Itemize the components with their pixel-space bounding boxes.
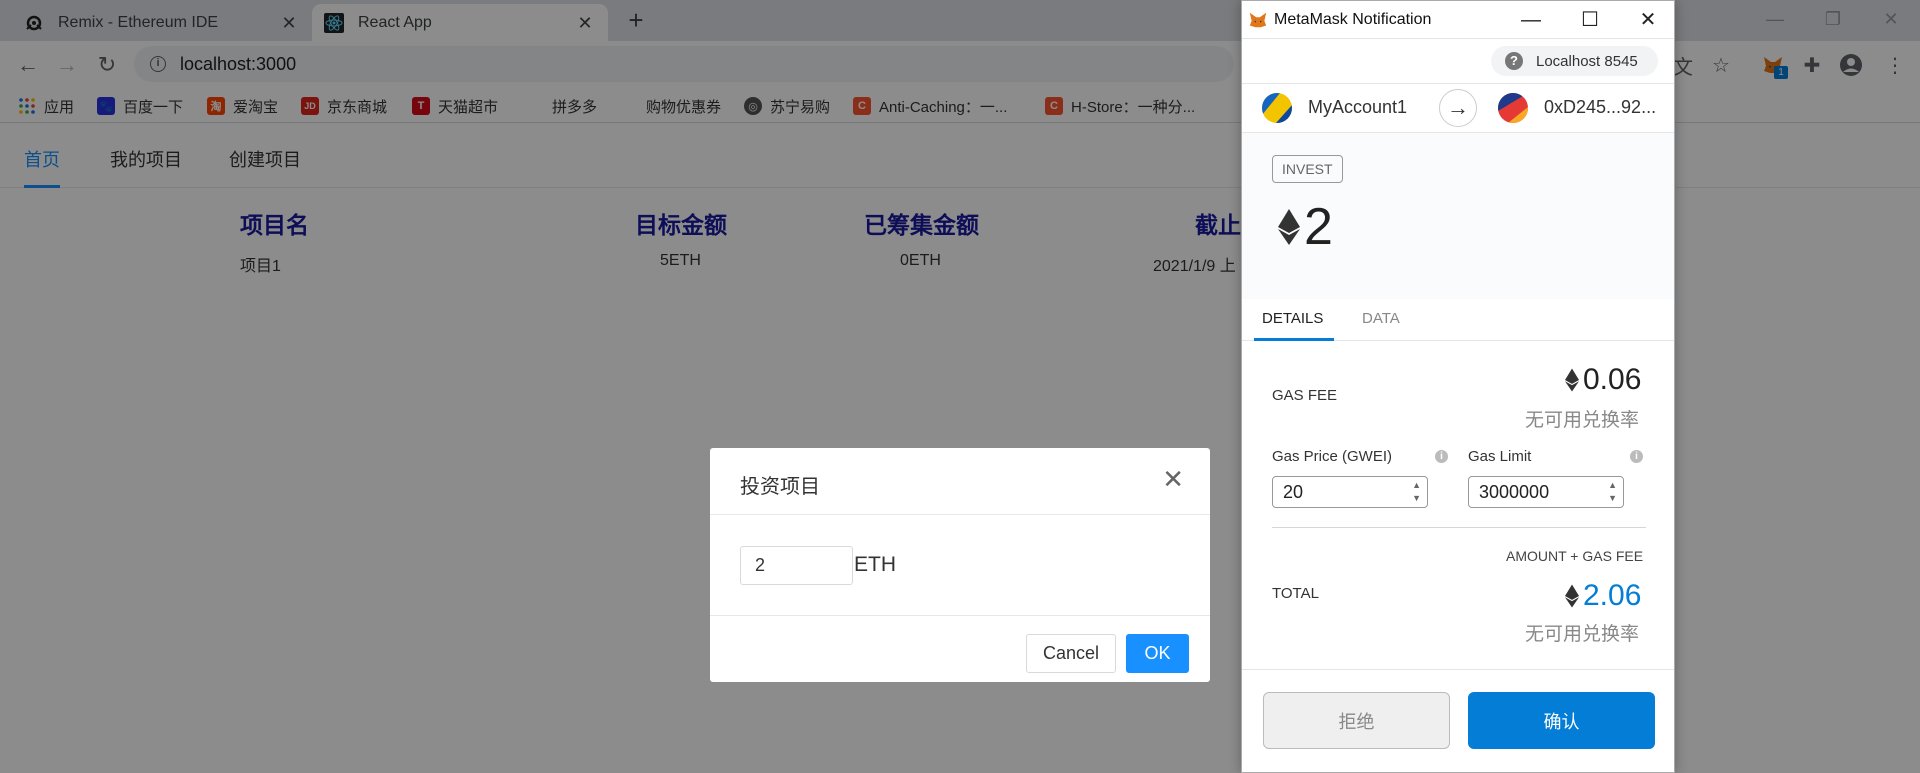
metamask-fox-icon: [1249, 12, 1267, 28]
action-badge: INVEST: [1272, 155, 1343, 183]
to-account-avatar: [1498, 93, 1528, 123]
arrow-right-icon: →: [1439, 89, 1477, 127]
tab-details[interactable]: DETAILS: [1262, 310, 1323, 327]
ethereum-icon: [1278, 209, 1300, 245]
gas-price-input[interactable]: 20 ▲ ▼: [1272, 476, 1428, 508]
modal-title: 投资项目: [740, 476, 820, 498]
close-icon[interactable]: ✕: [1162, 466, 1184, 492]
amount-plus-gas-label: AMOUNT + GAS FEE: [1506, 548, 1644, 564]
gas-fee-amount: 0.06: [1565, 363, 1641, 397]
no-conversion-rate-text: 无可用兑换率: [1525, 624, 1640, 645]
stepper-icon[interactable]: ▲ ▼: [1412, 479, 1421, 505]
send-amount-value: 2: [1304, 198, 1333, 256]
metamask-notification-window: MetaMask Notification — ☐ ✕ ? Localhost …: [1241, 0, 1675, 773]
gas-limit-label: Gas Limit: [1468, 448, 1532, 465]
total-label: TOTAL: [1272, 585, 1319, 602]
metamask-window-title: MetaMask Notification: [1274, 11, 1432, 28]
total-value: 2.06: [1583, 579, 1642, 612]
tab-active-indicator: [1254, 338, 1334, 341]
gas-fee-label: GAS FEE: [1272, 387, 1338, 404]
confirm-button[interactable]: 确认: [1468, 692, 1655, 749]
to-address[interactable]: 0xD245...92...: [1544, 97, 1656, 118]
help-icon: ?: [1505, 52, 1523, 70]
modal-body: ETH: [710, 515, 1210, 616]
gas-price-value: 20: [1283, 482, 1304, 502]
maximize-icon[interactable]: ☐: [1577, 7, 1603, 33]
cancel-button[interactable]: Cancel: [1026, 634, 1116, 673]
amount-input[interactable]: [740, 546, 853, 585]
amount-unit-label: ETH: [854, 553, 896, 576]
gas-limit-value: 3000000: [1479, 482, 1550, 502]
gas-fee-value: 0.06: [1583, 363, 1642, 396]
ethereum-icon: [1565, 368, 1579, 392]
total-amount: 2.06: [1565, 579, 1641, 613]
tab-data[interactable]: DATA: [1362, 310, 1400, 327]
from-account-avatar: [1262, 93, 1292, 123]
gas-price-label: Gas Price (GWEI): [1272, 448, 1393, 465]
reject-button[interactable]: 拒绝: [1263, 692, 1450, 749]
ethereum-icon: [1565, 584, 1579, 608]
metamask-footer: 拒绝 确认: [1242, 669, 1674, 773]
minimize-icon[interactable]: —: [1518, 7, 1544, 33]
account-row: MyAccount1 → 0xD245...92...: [1242, 83, 1674, 133]
info-icon[interactable]: i: [1630, 450, 1643, 463]
divider: [1272, 527, 1646, 528]
details-tabs: DETAILS DATA: [1242, 299, 1674, 341]
network-selector[interactable]: ? Localhost 8545: [1491, 46, 1658, 76]
invest-modal: 投资项目 ✕ ETH Cancel OK: [710, 448, 1210, 682]
gas-limit-input[interactable]: 3000000 ▲ ▼: [1468, 476, 1624, 508]
transaction-summary: INVEST 2: [1242, 133, 1674, 299]
stepper-icon[interactable]: ▲ ▼: [1608, 479, 1617, 505]
close-window-icon[interactable]: ✕: [1635, 7, 1661, 33]
from-account-name: MyAccount1: [1308, 97, 1408, 117]
no-conversion-rate-text: 无可用兑换率: [1525, 410, 1640, 431]
network-name: Localhost 8545: [1536, 52, 1638, 70]
send-amount: 2: [1278, 197, 1333, 257]
info-icon[interactable]: i: [1435, 450, 1448, 463]
ok-button[interactable]: OK: [1126, 634, 1189, 673]
modal-header: 投资项目 ✕: [710, 448, 1210, 515]
metamask-titlebar: MetaMask Notification — ☐ ✕: [1242, 1, 1674, 39]
